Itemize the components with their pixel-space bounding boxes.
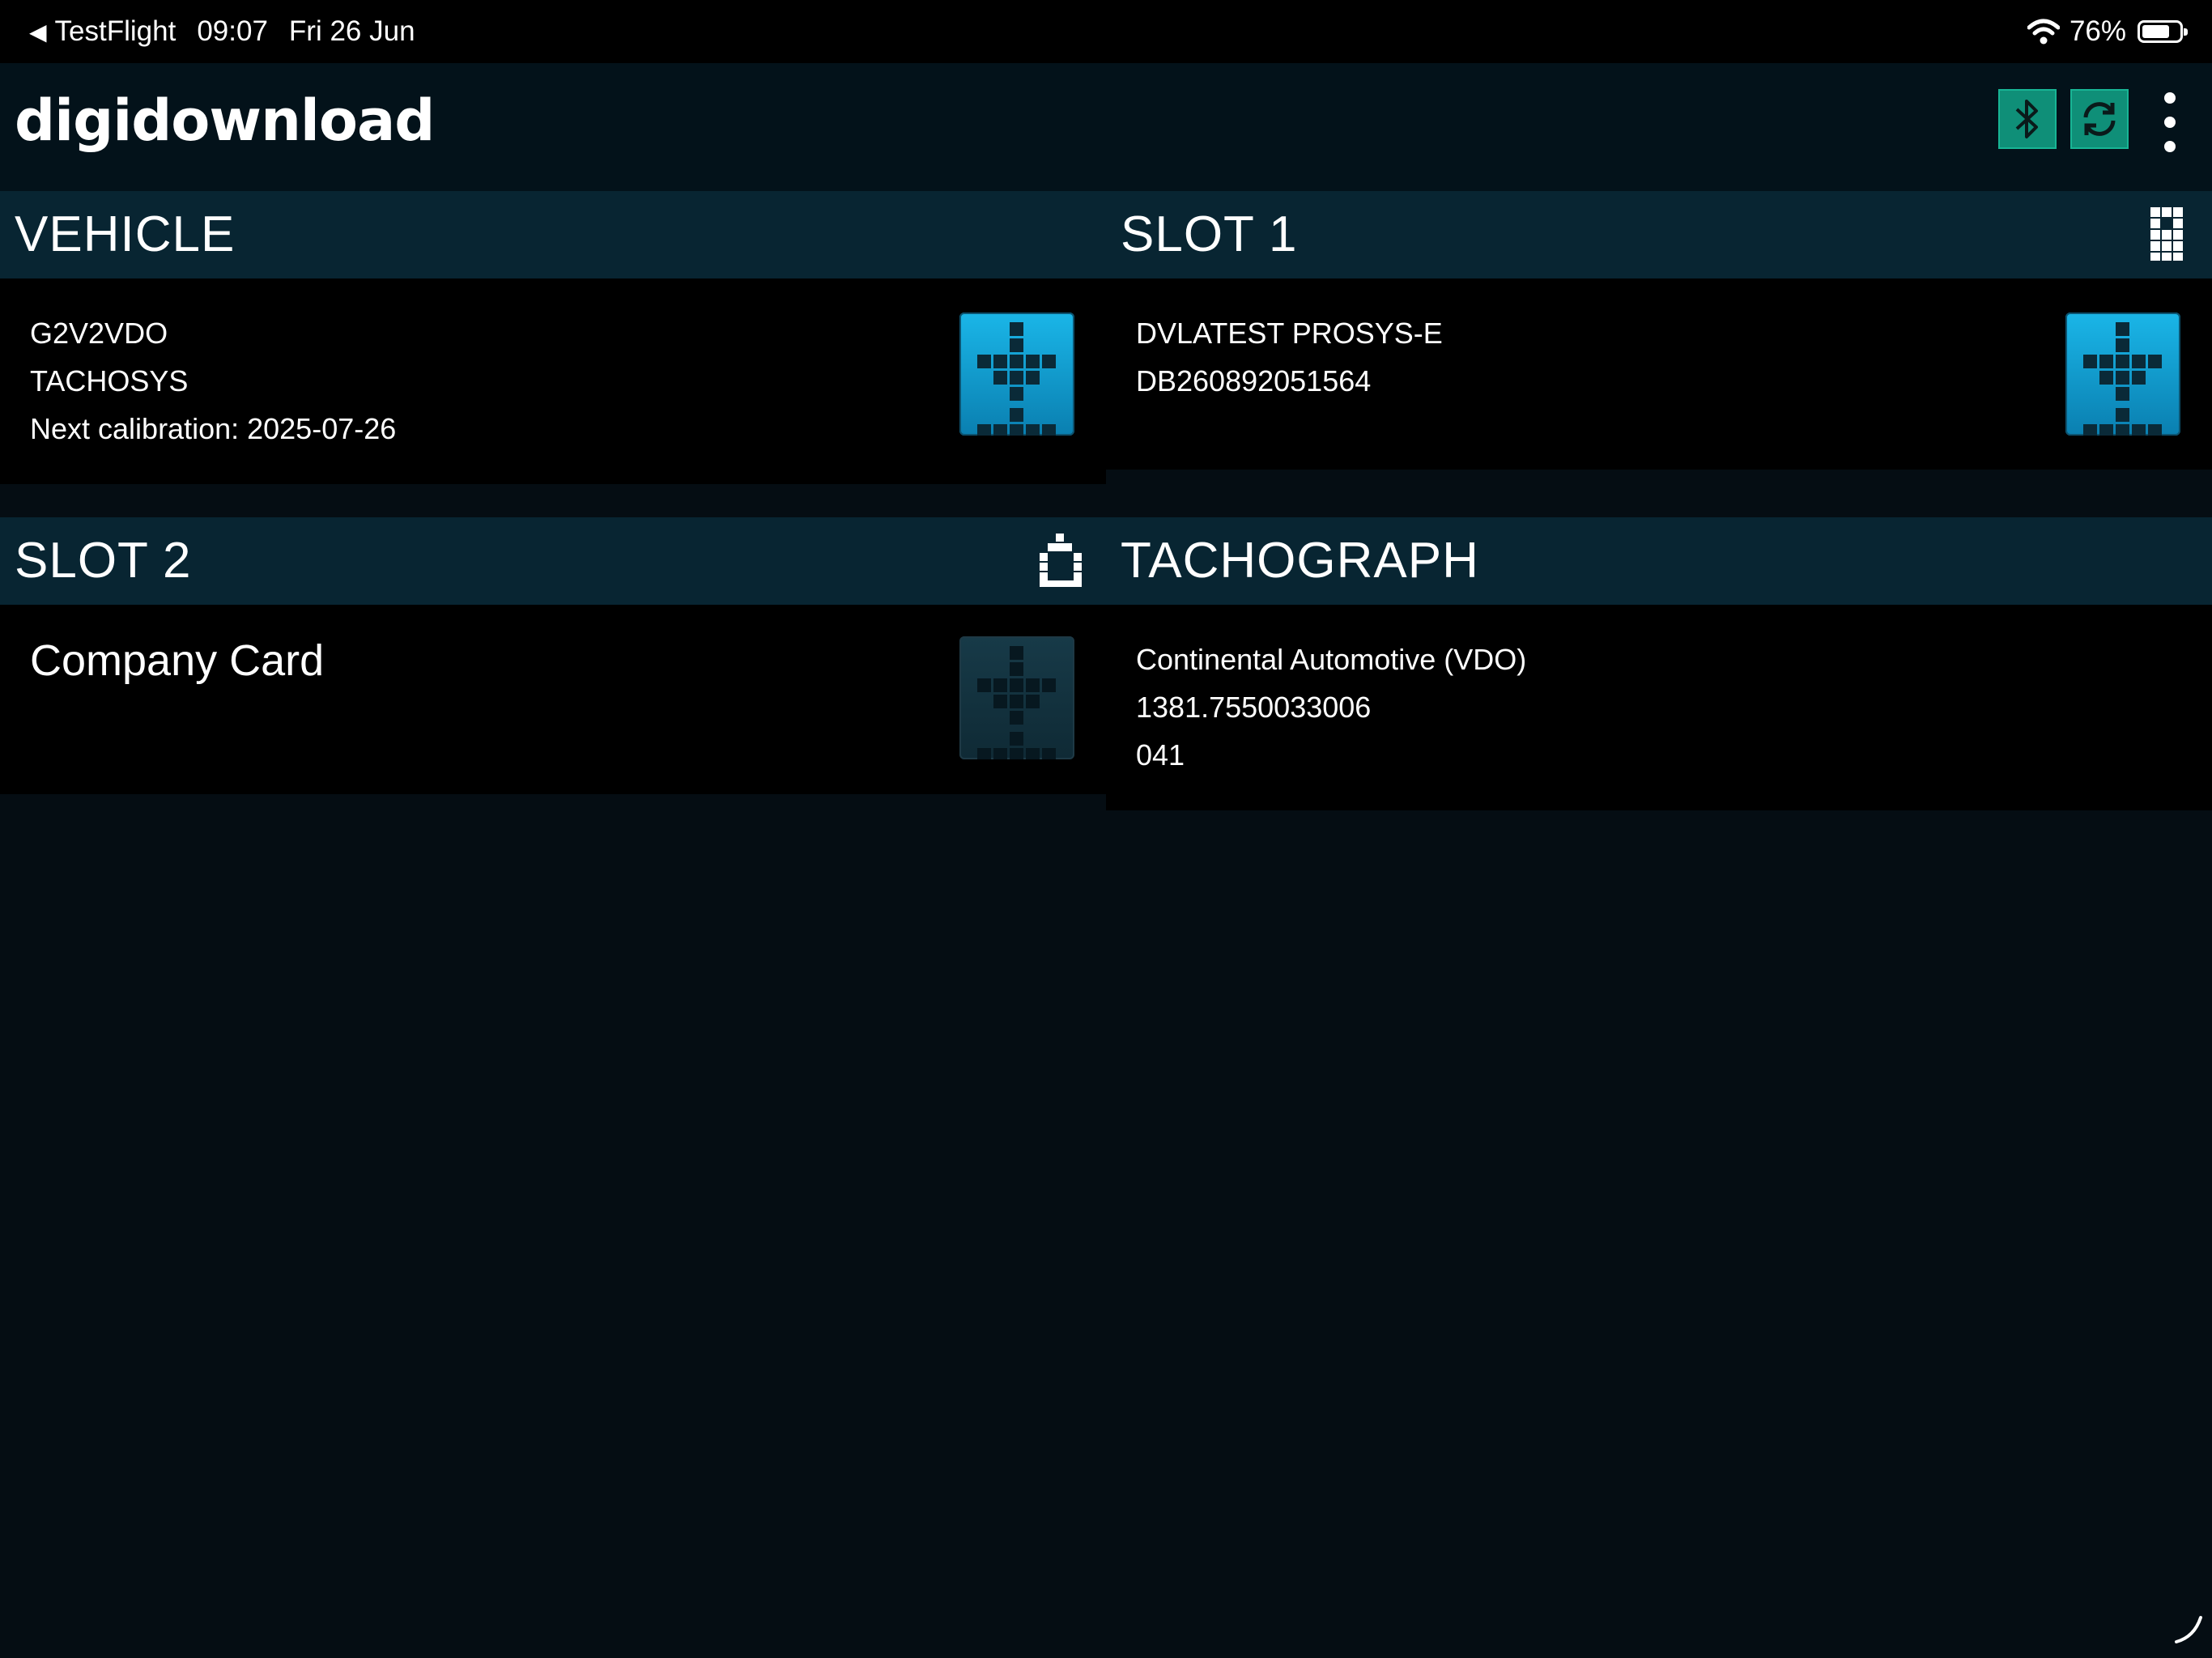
slot2-card-type: Company Card [30,636,325,685]
download-icon [977,646,1056,759]
wifi-icon [2027,19,2060,45]
tachograph-panel-header: TACHOGRAPH [1106,517,2212,605]
app-header: digidownload [0,63,2212,191]
status-date: Fri 26 Jun [288,15,415,47]
vehicle-panel-header: VEHICLE [0,191,1106,278]
slot1-title: SLOT 1 [1121,206,1298,262]
download-icon [977,322,1056,436]
tachograph-details: Continental Automotive (VDO) 1381.755003… [1136,636,1526,779]
tachograph-panel: TACHOGRAPH Continental Automotive (VDO) … [1106,517,2212,810]
status-time: 09:07 [197,15,268,47]
slot1-download-button[interactable] [2065,312,2180,436]
bluetooth-icon [2015,100,2038,138]
tachograph-panel-body: Continental Automotive (VDO) 1381.755003… [1106,605,2212,810]
download-icon [2083,322,2162,436]
vehicle-panel: VEHICLE G2V2VDO TACHOSYS Next calibratio… [0,191,1106,484]
slot2-panel-body: Company Card [0,605,1106,794]
battery-fill [2142,25,2169,38]
status-right: 76% [2027,11,2188,52]
slot1-panel-header: SLOT 1 [1106,191,2212,278]
driver-card-icon [2150,207,2183,261]
tachograph-version: 041 [1136,738,1185,772]
slot1-panel: SLOT 1 DVLATEST PROSYS-E DB260892051564 [1106,191,2212,470]
tachograph-title: TACHOGRAPH [1121,533,1479,589]
slot1-card-holder: DVLATEST PROSYS-E [1136,317,1443,350]
sync-button[interactable] [2070,89,2129,149]
slot1-panel-body: DVLATEST PROSYS-E DB260892051564 [1106,278,2212,470]
bluetooth-button[interactable] [1998,89,2057,149]
slot2-title: SLOT 2 [15,533,192,589]
resize-handle-icon [2175,1616,2202,1643]
tachograph-manufacturer: Continental Automotive (VDO) [1136,643,1527,676]
status-left: ◀ TestFlight 09:07 Fri 26 Jun [29,11,436,52]
battery-icon [2138,20,2188,43]
vehicle-download-button[interactable] [959,312,1074,436]
slot2-panel: SLOT 2 Company Card [0,517,1106,794]
battery-percent: 76% [2069,15,2126,47]
slot2-download-button-disabled[interactable] [959,636,1074,759]
app-logo: digidownload [15,87,435,154]
vehicle-details: G2V2VDO TACHOSYS Next calibration: 2025-… [30,309,396,453]
vehicle-title: VEHICLE [15,206,236,262]
vehicle-panel-body: G2V2VDO TACHOSYS Next calibration: 2025-… [0,278,1106,484]
vehicle-vin: TACHOSYS [30,364,189,397]
sync-icon [2083,102,2116,136]
company-card-icon [1040,534,1082,587]
vehicle-registration: G2V2VDO [30,317,168,350]
slot1-card-number: DB260892051564 [1136,364,1372,397]
status-bar: ◀ TestFlight 09:07 Fri 26 Jun 76% [0,0,2212,63]
slot2-panel-header: SLOT 2 [0,517,1106,605]
tachograph-serial: 1381.7550033006 [1136,691,1372,724]
slot1-details: DVLATEST PROSYS-E DB260892051564 [1136,309,1443,405]
more-vertical-icon[interactable] [2154,92,2186,152]
back-arrow-icon[interactable]: ◀ [29,19,47,45]
vehicle-next-calibration: Next calibration: 2025-07-26 [30,412,397,445]
back-app-label[interactable]: TestFlight [55,15,177,48]
